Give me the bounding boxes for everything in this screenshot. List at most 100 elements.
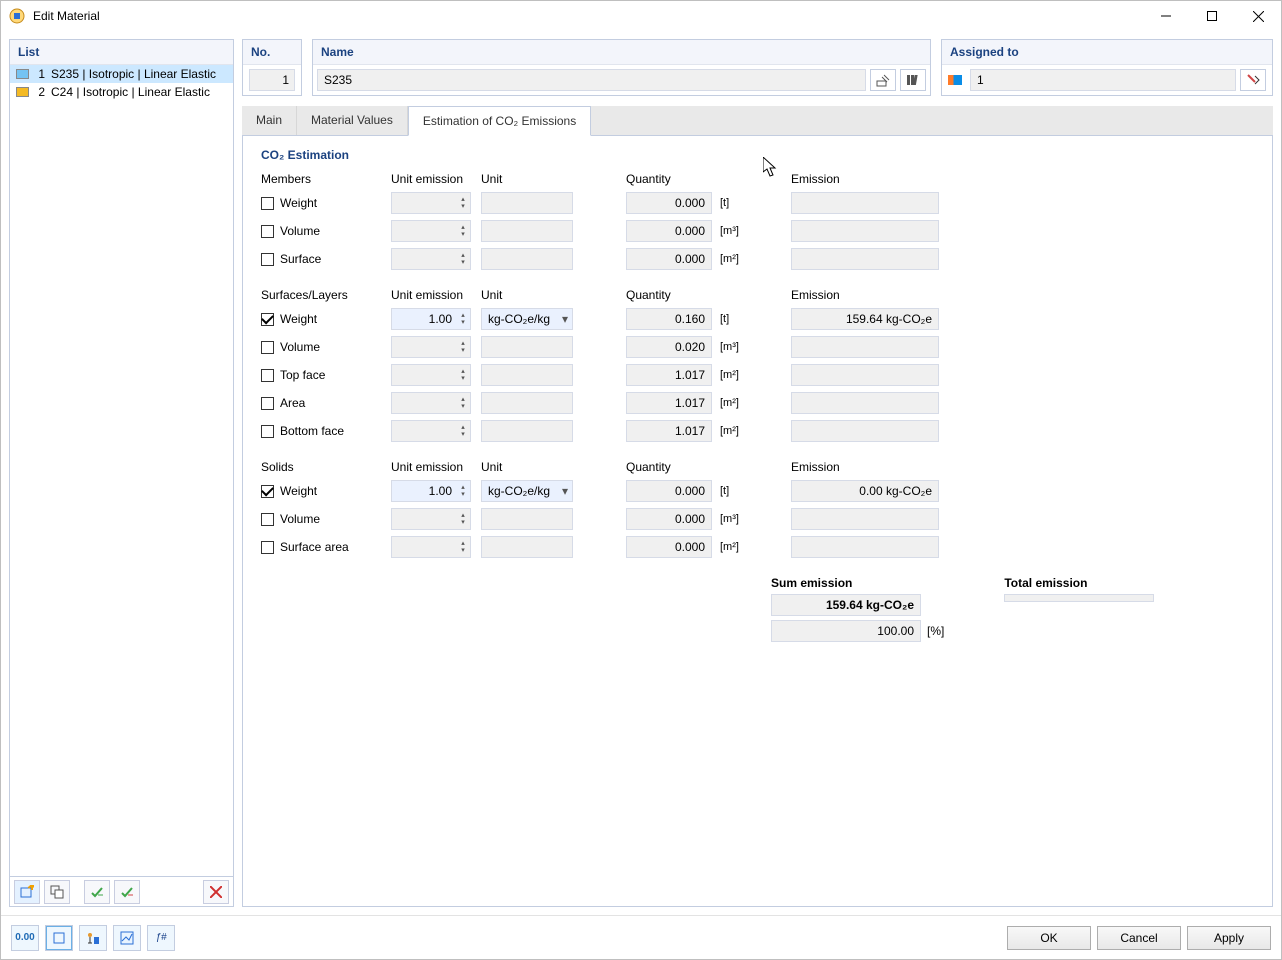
surfaces-volume-unit[interactable] <box>481 336 573 358</box>
tab-co2-emissions[interactable]: Estimation of CO₂ Emissions <box>408 106 591 136</box>
spin-down-icon[interactable]: ▾ <box>456 259 470 266</box>
edit-name-button[interactable] <box>870 69 896 91</box>
maximize-button[interactable] <box>1189 1 1235 31</box>
solids-surfacearea-emission <box>791 536 939 558</box>
close-button[interactable] <box>1235 1 1281 31</box>
color-swatch <box>16 87 29 97</box>
delete-item-button[interactable] <box>203 880 229 904</box>
formula-button[interactable]: ƒ# <box>147 925 175 951</box>
surfaces-header: Surfaces/Layers <box>261 288 391 302</box>
tab-bar: Main Material Values Estimation of CO₂ E… <box>242 106 1273 136</box>
assign-type-icon <box>948 75 962 85</box>
color-swatch <box>16 69 29 79</box>
no-label: No. <box>243 40 301 65</box>
col-quantity: Quantity <box>626 172 716 186</box>
list-body: 1 S235 | Isotropic | Linear Elastic 2 C2… <box>10 65 233 876</box>
surfaces-topface-checkbox[interactable] <box>261 369 274 382</box>
list-item-num: 1 <box>35 67 45 81</box>
minimize-button[interactable] <box>1143 1 1189 31</box>
spin-down-icon[interactable]: ▾ <box>456 203 470 210</box>
surfaces-topface-qty <box>626 364 712 386</box>
row-label: Weight <box>280 196 317 210</box>
spin-up-icon[interactable]: ▴ <box>456 252 470 259</box>
surfaces-weight-qty <box>626 308 712 330</box>
surfaces-topface-unit[interactable] <box>481 364 573 386</box>
surfaces-area-unit[interactable] <box>481 392 573 414</box>
units-button[interactable]: 0.00 <box>11 925 39 951</box>
col-quantity: Quantity <box>626 460 716 474</box>
pick-assign-button[interactable] <box>1240 69 1266 91</box>
qty-unit: [t] <box>716 197 746 209</box>
spin-up-icon[interactable]: ▴ <box>456 224 470 231</box>
list-item[interactable]: 2 C24 | Isotropic | Linear Elastic <box>10 83 233 101</box>
spin-down-icon[interactable]: ▾ <box>456 431 470 438</box>
solids-volume-checkbox[interactable] <box>261 513 274 526</box>
spin-up-icon[interactable]: ▴ <box>456 424 470 431</box>
exclude-button[interactable] <box>114 880 140 904</box>
no-input[interactable] <box>249 69 295 91</box>
preview-button[interactable] <box>45 925 73 951</box>
new-item-button[interactable]: ✱ <box>14 880 40 904</box>
name-input[interactable] <box>317 69 866 91</box>
surfaces-weight-checkbox[interactable] <box>261 313 274 326</box>
members-weight-checkbox[interactable] <box>261 197 274 210</box>
chevron-down-icon[interactable]: ▾ <box>558 312 572 326</box>
tab-main[interactable]: Main <box>242 106 297 135</box>
surfaces-volume-checkbox[interactable] <box>261 341 274 354</box>
solids-volume-qty <box>626 508 712 530</box>
solids-header: Solids <box>261 460 391 474</box>
row-label: Surface <box>280 252 321 266</box>
solids-weight-emission <box>791 480 939 502</box>
surfaces-area-checkbox[interactable] <box>261 397 274 410</box>
model-button[interactable] <box>79 925 107 951</box>
diagram-button[interactable] <box>113 925 141 951</box>
library-button[interactable] <box>900 69 926 91</box>
spin-up-icon[interactable]: ▴ <box>456 340 470 347</box>
members-surface-checkbox[interactable] <box>261 253 274 266</box>
apply-button[interactable]: Apply <box>1187 926 1271 950</box>
solids-volume-unit[interactable] <box>481 508 573 530</box>
ok-button[interactable]: OK <box>1007 926 1091 950</box>
solids-weight-checkbox[interactable] <box>261 485 274 498</box>
cancel-button[interactable]: Cancel <box>1097 926 1181 950</box>
spin-down-icon[interactable]: ▾ <box>456 375 470 382</box>
spin-up-icon[interactable]: ▴ <box>456 312 470 319</box>
spin-down-icon[interactable]: ▾ <box>456 519 470 526</box>
spin-up-icon[interactable]: ▴ <box>456 196 470 203</box>
surfaces-bottomface-checkbox[interactable] <box>261 425 274 438</box>
solids-volume-emission <box>791 508 939 530</box>
spin-down-icon[interactable]: ▾ <box>456 347 470 354</box>
include-button[interactable] <box>84 880 110 904</box>
col-emission: Emission <box>791 172 941 186</box>
surfaces-topface-emission <box>791 364 939 386</box>
list-item[interactable]: 1 S235 | Isotropic | Linear Elastic <box>10 65 233 83</box>
copy-item-button[interactable] <box>44 880 70 904</box>
spin-up-icon[interactable]: ▴ <box>456 512 470 519</box>
spin-up-icon[interactable]: ▴ <box>456 368 470 375</box>
surfaces-bottomface-unit[interactable] <box>481 420 573 442</box>
no-field: No. <box>242 39 302 96</box>
svg-text:✱: ✱ <box>27 885 34 893</box>
spin-down-icon[interactable]: ▾ <box>456 491 470 498</box>
spin-down-icon[interactable]: ▾ <box>456 231 470 238</box>
spin-up-icon[interactable]: ▴ <box>456 540 470 547</box>
chevron-down-icon[interactable]: ▾ <box>558 484 572 498</box>
members-volume-unit[interactable] <box>481 220 573 242</box>
solids-surfacearea-unit[interactable] <box>481 536 573 558</box>
col-unit: Unit <box>481 460 581 474</box>
spin-down-icon[interactable]: ▾ <box>456 403 470 410</box>
members-volume-checkbox[interactable] <box>261 225 274 238</box>
spin-down-icon[interactable]: ▾ <box>456 319 470 326</box>
solids-weight-qty <box>626 480 712 502</box>
col-unit-emission: Unit emission <box>391 460 481 474</box>
spin-up-icon[interactable]: ▴ <box>456 484 470 491</box>
members-surface-unit[interactable] <box>481 248 573 270</box>
assigned-input[interactable] <box>970 69 1236 91</box>
members-weight-unit[interactable] <box>481 192 573 214</box>
solids-surfacearea-checkbox[interactable] <box>261 541 274 554</box>
spin-up-icon[interactable]: ▴ <box>456 396 470 403</box>
list-item-label: S235 | Isotropic | Linear Elastic <box>51 67 216 81</box>
spin-down-icon[interactable]: ▾ <box>456 547 470 554</box>
surfaces-area-qty <box>626 392 712 414</box>
tab-material-values[interactable]: Material Values <box>297 106 408 135</box>
